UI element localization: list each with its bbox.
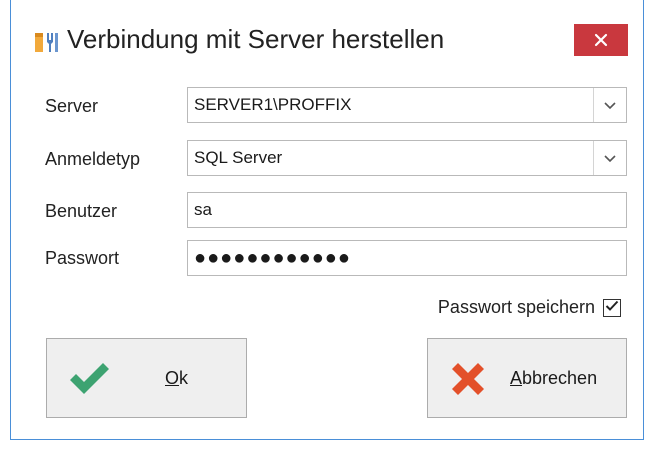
remember-password-label: Passwort speichern bbox=[437, 297, 595, 317]
remember-password[interactable]: Passwort speichern bbox=[438, 297, 621, 318]
cancel-button-label: Abbrechen bbox=[510, 368, 598, 388]
server-value: SERVER1\PROFFIX bbox=[194, 95, 352, 114]
checkmark-icon bbox=[67, 359, 111, 402]
password-input[interactable]: ●●●●●●●●●●●● bbox=[187, 240, 627, 276]
user-label: Benutzer bbox=[45, 201, 118, 221]
server-combobox[interactable]: SERVER1\PROFFIX bbox=[187, 87, 627, 123]
chevron-down-icon bbox=[604, 95, 616, 115]
password-label: Passwort bbox=[45, 248, 120, 268]
login-dialog: Verbindung mit Server herstellen Server … bbox=[10, 0, 644, 440]
server-label: Server bbox=[45, 96, 99, 116]
remember-password-checkbox[interactable] bbox=[603, 298, 621, 317]
cross-icon bbox=[448, 359, 488, 404]
login-type-dropdown-button[interactable] bbox=[593, 141, 626, 175]
login-type-value: SQL Server bbox=[194, 148, 283, 167]
login-type-combobox[interactable]: SQL Server bbox=[187, 140, 627, 176]
tools-icon bbox=[33, 30, 61, 54]
dialog-title: Verbindung mit Server herstellen bbox=[67, 24, 445, 54]
chevron-down-icon bbox=[604, 148, 616, 168]
ok-button-label: Ok bbox=[165, 368, 189, 388]
password-value: ●●●●●●●●●●●● bbox=[194, 247, 351, 269]
cancel-button[interactable]: Abbrechen bbox=[427, 338, 627, 418]
user-value: sa bbox=[194, 200, 212, 219]
checkmark-icon bbox=[605, 299, 619, 317]
close-icon bbox=[594, 33, 608, 47]
ok-button[interactable]: Ok bbox=[46, 338, 247, 418]
user-input[interactable]: sa bbox=[187, 192, 627, 228]
close-button[interactable] bbox=[574, 24, 628, 56]
login-type-label: Anmeldetyp bbox=[45, 149, 141, 169]
title-bar[interactable]: Verbindung mit Server herstellen bbox=[11, 0, 643, 72]
server-dropdown-button[interactable] bbox=[593, 88, 626, 122]
